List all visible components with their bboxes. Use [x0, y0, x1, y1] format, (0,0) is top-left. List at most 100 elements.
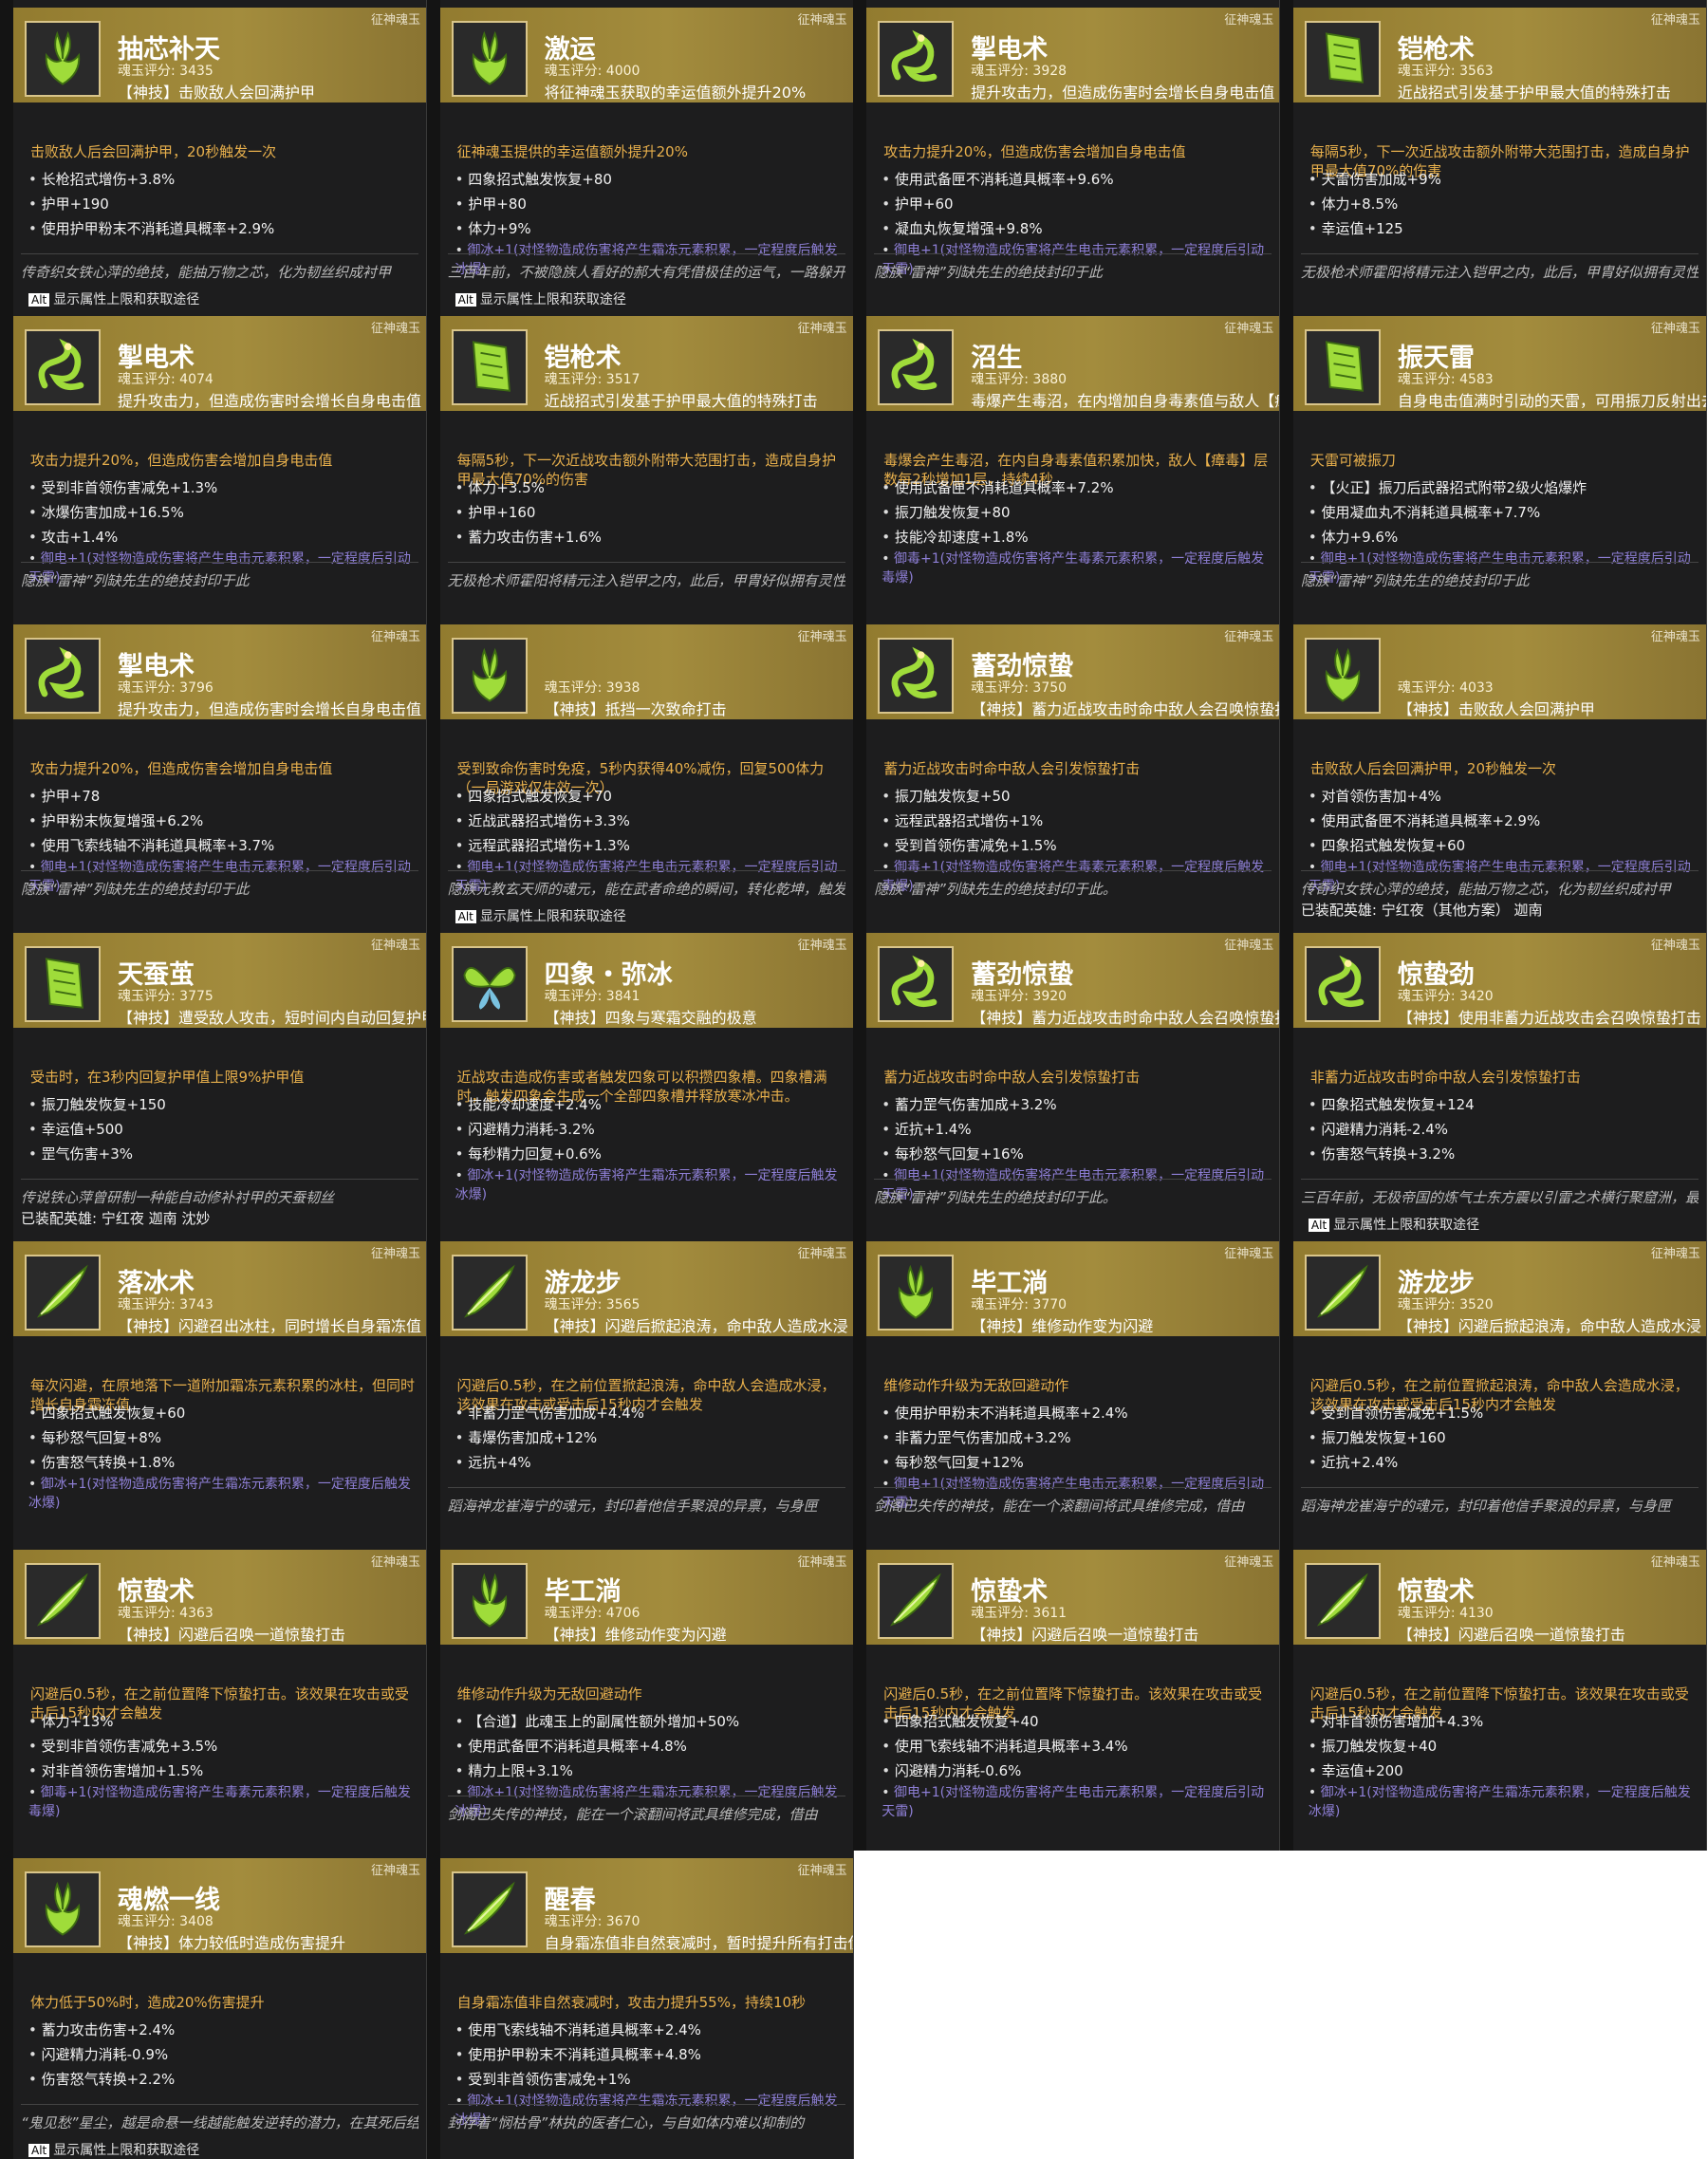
card-header: 征神魂玉 毕工淌 魂玉评分: 4706 【神技】维修动作变为闪避: [439, 1550, 853, 1645]
soul-jade-card[interactable]: 征神魂玉 魂燃一线 魂玉评分: 3408 【神技】体力较低时造成伤害提升 体力低于50%…: [0, 1851, 427, 2159]
stat-line: 非蓄力罡气伤害加成+4.4%: [455, 1401, 847, 1425]
card-header: 征神魂玉 惊蛰术 魂玉评分: 3611 【神技】闪避后召唤一道惊蛰打击: [866, 1550, 1280, 1645]
soul-jade-skill: 【神技】使用非蓄力近战攻击会召唤惊蛰打击: [1397, 1009, 1701, 1027]
stat-line: 使用护甲粉末不消耗道具概率+4.8%: [455, 2042, 847, 2067]
soul-jade-card[interactable]: 征神魂玉 掣电术 魂玉评分: 4074 提升攻击力，但造成伤害时会增长自身电击值 攻击力…: [0, 308, 427, 617]
soul-jade-score: 魂玉评分: 4000: [544, 64, 640, 79]
alt-hint[interactable]: Alt 显示属性上限和获取途径: [455, 906, 626, 925]
soul-jade-card[interactable]: 征神魂玉 掣电术 魂玉评分: 3796 提升攻击力，但造成伤害时会增长自身电击值 攻击力…: [0, 617, 427, 925]
alt-hint[interactable]: Alt 显示属性上限和获取途径: [28, 289, 199, 308]
category-tag: 征神魂玉: [370, 322, 420, 336]
soul-jade-skill: 【神技】闪避后召唤一道惊蛰打击: [1397, 1626, 1625, 1644]
soul-jade-card[interactable]: 征神魂玉 魂玉评分: 3938 【神技】抵挡一次致命打击 受到致命伤害时免疫，5秒内获…: [426, 617, 854, 925]
soul-jade-skill: 将征神魂玉获取的幸运值额外提升20%: [544, 84, 807, 102]
soul-jade-skill: 毒爆产生毒沼，在内增加自身毒素值与敌人【瘴毒】层数: [971, 392, 1279, 410]
effect-text: 非蓄力近战攻击时命中敌人会引发惊蛰打击: [1309, 1069, 1581, 1086]
soul-jade-card[interactable]: 征神魂玉 抽芯补天 魂玉评分: 3435 【神技】击败敌人会回满护甲 击败敌人后会回满护…: [0, 0, 427, 308]
stat-line: 近战武器招式增伤+3.3%: [455, 809, 847, 833]
soul-jade-card[interactable]: 征神魂玉 毕工淌 魂玉评分: 4706 【神技】维修动作变为闪避 维修动作升级为无敌回避…: [426, 1542, 854, 1851]
stat-line: 使用护甲粉末不消耗道具概率+2.9%: [28, 216, 420, 241]
stat-line: 使用武备匣不消耗道具概率+4.8%: [455, 1734, 847, 1759]
flower-icon: [451, 638, 528, 714]
stat-line: 蓄力攻击伤害+2.4%: [28, 2018, 420, 2042]
soul-jade-card[interactable]: 征神魂玉 惊蛰术 魂玉评分: 4363 【神技】闪避后召唤一道惊蛰打击 闪避后0.5秒，…: [0, 1542, 427, 1851]
alt-key: Alt: [1308, 1219, 1330, 1232]
armor-icon: [1304, 329, 1381, 405]
soul-jade-card[interactable]: 征神魂玉 铠枪术 魂玉评分: 3563 近战招式引发基于护甲最大值的特殊打击 每隔5秒，…: [1279, 0, 1707, 308]
stat-line: 远抗+4%: [455, 1450, 847, 1475]
element-bonus: 御冰+1(对怪物造成伤害将产生霜冻元素积累，一定程度后触发冰爆): [1309, 1783, 1700, 1821]
soul-jade-card[interactable]: 征神魂玉 游龙步 魂玉评分: 3565 【神技】闪避后掀起浪涛，命中敌人造成水浸 闪避后…: [426, 1234, 854, 1542]
flavor-text: 无极枪术师霍阳将精元注入铠甲之内，此后，甲胄好似拥有灵性般助他最战最胜: [447, 562, 845, 590]
category-tag: 征神魂玉: [797, 630, 847, 644]
soul-jade-card[interactable]: 征神魂玉 游龙步 魂玉评分: 3520 【神技】闪避后掀起浪涛，命中敌人造成水浸 闪避后…: [1279, 1234, 1707, 1542]
flower-icon: [451, 1563, 528, 1639]
alt-hint-label: 显示属性上限和获取途径: [53, 292, 200, 307]
soul-jade-card[interactable]: 征神魂玉 激运 魂玉评分: 4000 将征神魂玉获取的幸运值额外提升20% 征神魂玉提供…: [426, 0, 854, 308]
soul-jade-card[interactable]: 征神魂玉 掣电术 魂玉评分: 3928 提升攻击力，但造成伤害时会增长自身电击值 攻击力…: [853, 0, 1281, 308]
card-header: 征神魂玉 蓄劲惊蛰 魂玉评分: 3750 【神技】蓄力近战攻击时命中敌人会召唤惊蛰打击: [866, 624, 1280, 719]
soul-jade-score: 魂玉评分: 3750: [971, 680, 1068, 696]
serpent-icon: [878, 21, 955, 97]
stat-line: 护甲+60: [882, 192, 1273, 216]
flavor-text: 蹈海神龙崔海宁的魂元，封印着他信手聚浪的异禀，与身匣: [1300, 1487, 1699, 1516]
soul-jade-skill: 【神技】闪避后掀起浪涛，命中敌人造成水浸: [1397, 1317, 1701, 1335]
stat-line: 蓄力攻击伤害+1.6%: [455, 525, 847, 549]
soul-jade-card[interactable]: 征神魂玉 蓄劲惊蛰 魂玉评分: 3920 【神技】蓄力近战攻击时命中敌人会召唤惊蛰打击…: [853, 925, 1281, 1234]
soul-jade-card[interactable]: 征神魂玉 毕工淌 魂玉评分: 3770 【神技】维修动作变为闪避 维修动作升级为无敌回避…: [853, 1234, 1281, 1542]
soul-jade-skill: 【神技】击败敌人会回满护甲: [118, 84, 316, 102]
stat-list: 四象招式触发恢复+124闪避精力消耗-2.4%伤害怒气转换+3.2%: [1309, 1092, 1700, 1166]
element-bonus: 御毒+1(对怪物造成伤害将产生毒素元素积累，一定程度后触发毒爆): [882, 549, 1273, 587]
category-tag: 征神魂玉: [797, 1555, 847, 1570]
soul-jade-score: 魂玉评分: 3420: [1397, 989, 1494, 1004]
soul-jade-card[interactable]: 征神魂玉 天蚕茧 魂玉评分: 3775 【神技】遭受敌人攻击，短时间内自动回复护甲值受…: [0, 925, 427, 1234]
stat-list: 技能冷却速度+2.4%闪避精力消耗-3.2%每秒精力回复+0.6%御冰+1(对怪…: [455, 1092, 847, 1204]
butterfly-icon: [451, 946, 528, 1022]
stat-line: 对非首领伤害增加+1.5%: [28, 1759, 420, 1783]
soul-jade-card[interactable]: 征神魂玉 振天雷 魂玉评分: 4583 自身电击值满时引动的天雷，可用振刀反射出去 天雷…: [1279, 308, 1707, 617]
flavor-text: 三百年前，不被隐族人看好的郝大有凭借极佳的运气，一路躲开了几位强大的敌人，最后竟…: [447, 253, 845, 282]
alt-hint[interactable]: Alt 显示属性上限和获取途径: [455, 289, 626, 308]
stat-line: 体力+8.5%: [1309, 192, 1700, 216]
alt-key: Alt: [28, 2144, 50, 2157]
soul-jade-card[interactable]: 征神魂玉 醒春 魂玉评分: 3670 自身霜冻值非自然衰减时，暂时提升所有打击伤害 自身…: [426, 1851, 854, 2159]
effect-text: 攻击力提升20%，但造成伤害会增加自身电击值: [30, 452, 333, 469]
card-edge: [426, 1234, 440, 1542]
soul-jade-score: 魂玉评分: 4130: [1397, 1606, 1494, 1621]
alt-hint[interactable]: Alt 显示属性上限和获取途径: [1308, 1215, 1480, 1234]
card-edge: [1279, 1542, 1293, 1851]
flavor-text: 剑阁已失传的神技，能在一个滚翻间将武具维修完成，借由: [874, 1487, 1272, 1516]
soul-jade-card[interactable]: 征神魂玉 四象・弥冰 魂玉评分: 3841 【神技】四象与寒霜交融的极意 近战攻击造成伤…: [426, 925, 854, 1234]
stat-line: 闪避精力消耗-0.6%: [882, 1759, 1273, 1783]
stat-list: 受到首领伤害减免+1.5%振刀触发恢复+160近抗+2.4%: [1309, 1401, 1700, 1475]
soul-jade-card[interactable]: 征神魂玉 魂玉评分: 4033 【神技】击败敌人会回满护甲 击败敌人后会回满护甲，20…: [1279, 617, 1707, 925]
soul-jade-score: 魂玉评分: 3928: [971, 64, 1068, 79]
soul-jade-skill: 【神技】击败敌人会回满护甲: [1397, 700, 1595, 718]
soul-jade-score: 魂玉评分: 3743: [118, 1297, 214, 1312]
soul-jade-score: 魂玉评分: 4033: [1397, 680, 1494, 696]
card-edge: [426, 1542, 440, 1851]
alt-hint-label: 显示属性上限和获取途径: [1333, 1218, 1480, 1233]
soul-jade-card[interactable]: 征神魂玉 惊蛰术 魂玉评分: 4130 【神技】闪避后召唤一道惊蛰打击 闪避后0.5秒，…: [1279, 1542, 1707, 1851]
soul-jade-card[interactable]: 征神魂玉 惊蛰术 魂玉评分: 3611 【神技】闪避后召唤一道惊蛰打击 闪避后0.5秒，…: [853, 1542, 1281, 1851]
soul-jade-card[interactable]: 征神魂玉 蓄劲惊蛰 魂玉评分: 3750 【神技】蓄力近战攻击时命中敌人会召唤惊蛰打击…: [853, 617, 1281, 925]
soul-jade-card[interactable]: 征神魂玉 铠枪术 魂玉评分: 3517 近战招式引发基于护甲最大值的特殊打击 每隔5秒，…: [426, 308, 854, 617]
soul-jade-card[interactable]: 征神魂玉沼生魂玉评分: 3880毒爆产生毒沼，在内增加自身毒素值与敌人【瘴毒】层…: [853, 308, 1281, 617]
soul-jade-card-grid: 征神魂玉 抽芯补天 魂玉评分: 3435 【神技】击败敌人会回满护甲 击败敌人后会回满护…: [0, 0, 1708, 2159]
soul-jade-skill: 【神技】维修动作变为闪避: [544, 1626, 727, 1644]
stat-line: 技能冷却速度+1.8%: [882, 525, 1273, 549]
stat-line: 体力+9%: [455, 216, 847, 241]
stat-line: 使用飞索线轴不消耗道具概率+2.4%: [455, 2018, 847, 2042]
card-header: 征神魂玉 游龙步 魂玉评分: 3520 【神技】闪避后掀起浪涛，命中敌人造成水浸: [1292, 1241, 1706, 1336]
category-tag: 征神魂玉: [797, 1247, 847, 1261]
soul-jade-card[interactable]: 征神魂玉 落冰术 魂玉评分: 3743 【神技】闪避召出冰柱，同时增长自身霜冻值 每次闪…: [0, 1234, 427, 1542]
alt-hint[interactable]: Alt 显示属性上限和获取途径: [28, 2140, 199, 2159]
feather-icon: [1304, 1563, 1381, 1639]
soul-jade-skill: 【神技】蓄力近战攻击时命中敌人会召唤惊蛰打击: [971, 1009, 1281, 1027]
alt-key: Alt: [28, 293, 50, 307]
soul-jade-score: 魂玉评分: 3938: [544, 680, 640, 696]
soul-jade-card[interactable]: 征神魂玉 惊蛰劲 魂玉评分: 3420 【神技】使用非蓄力近战攻击会召唤惊蛰打击 非蓄力…: [1279, 925, 1707, 1234]
stat-line: 毒爆伤害加成+12%: [455, 1425, 847, 1450]
element-bonus: 御毒+1(对怪物造成伤害将产生毒素元素积累，一定程度后触发毒爆): [28, 1783, 420, 1821]
soul-jade-skill: 提升攻击力，但造成伤害时会增长自身电击值: [971, 84, 1275, 102]
